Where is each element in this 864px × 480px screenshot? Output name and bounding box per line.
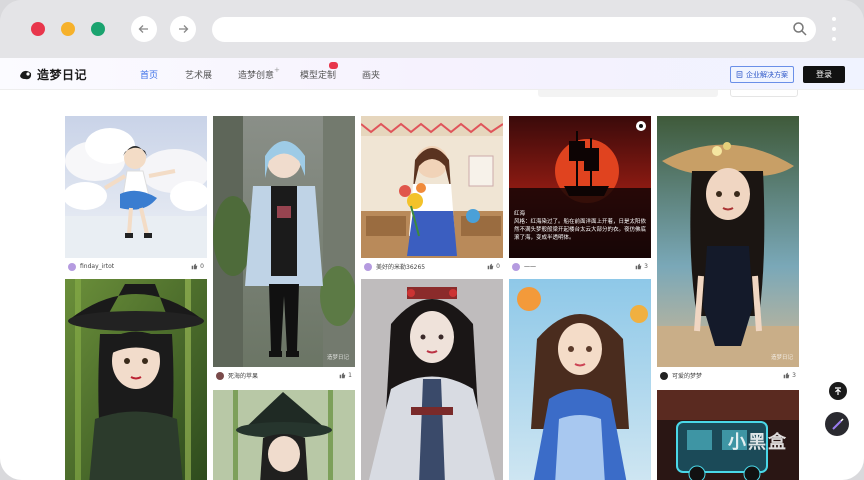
like-button[interactable]: 0 [191, 263, 204, 270]
new-badge [329, 62, 338, 69]
artwork-image[interactable]: 造梦日记 [657, 116, 799, 367]
gallery-card[interactable] [509, 279, 651, 480]
gallery-card[interactable] [361, 279, 503, 480]
avatar[interactable] [512, 262, 520, 271]
artwork-image[interactable] [509, 279, 651, 480]
brush-icon [831, 417, 844, 430]
maximize-window-button[interactable] [91, 22, 105, 36]
author-name[interactable]: finday_irtot [80, 263, 191, 270]
gallery-card[interactable]: 造梦日记 可爱的梦梦 3 [657, 116, 799, 384]
close-window-button[interactable] [31, 22, 45, 36]
nav-folder[interactable]: 画夹 [362, 68, 380, 81]
avatar[interactable] [216, 371, 224, 380]
enterprise-label: 企业解决方案 [746, 70, 788, 79]
artwork-image[interactable] [65, 116, 207, 258]
card-watermark: 造梦日记 [770, 355, 793, 361]
site-header: 造梦日记 首页 艺术展 造梦创意 + 模型定制 画夹 企业解决方案 登录 [0, 58, 864, 90]
gallery-card[interactable] [213, 390, 355, 480]
gallery-card[interactable] [65, 279, 207, 480]
gallery-search-input[interactable] [538, 90, 718, 97]
card-meta: 美好的米勒36265 0 [361, 258, 503, 275]
forward-button[interactable] [170, 16, 196, 42]
author-name[interactable]: 可爱的梦梦 [672, 371, 783, 380]
arrow-left-icon [138, 25, 148, 33]
sort-select[interactable] [730, 90, 798, 97]
browser-window: finday_irtot 0 造梦日记 死海的苹果 1 美好的米勒36265 0… [0, 0, 864, 480]
card-meta: finday_irtot 0 [65, 258, 207, 275]
artwork-image[interactable] [361, 116, 503, 258]
login-button[interactable]: 登录 [803, 66, 845, 83]
logo-text: 造梦日记 [37, 68, 88, 82]
back-to-top-button[interactable] [829, 382, 847, 400]
back-button[interactable] [131, 16, 157, 42]
artwork-caption: 红海 风格：红海染过了。船在前面洋面上开着，日是太阳依然不满头梦般般梁开起楼台太… [514, 210, 646, 242]
gallery-card[interactable]: 造梦日记 死海的苹果 1 [213, 116, 355, 384]
gallery-card[interactable]: finday_irtot 0 [65, 116, 207, 275]
artwork-image[interactable]: 红海 风格：红海染过了。船在前面洋面上开着，日是太阳依然不满头梦般般梁开起楼台太… [509, 116, 651, 258]
create-brush-button[interactable] [825, 412, 849, 436]
kebab-icon[interactable] [832, 17, 836, 41]
arrow-right-icon [179, 25, 189, 33]
dream-logo-icon [20, 70, 32, 79]
gallery-card[interactable]: 红海 风格：红海染过了。船在前面洋面上开着，日是太阳依然不满头梦般般梁开起楼台太… [509, 116, 651, 275]
address-bar[interactable] [212, 17, 816, 42]
enterprise-solution-button[interactable]: 企业解决方案 [730, 66, 794, 83]
artwork-caption-title: 红海 [514, 211, 526, 217]
back-to-top-icon [835, 387, 841, 395]
thumbs-up-icon [487, 263, 494, 270]
like-button[interactable]: 1 [339, 372, 352, 379]
card-watermark: 造梦日记 [326, 355, 349, 361]
author-name[interactable]: 美好的米勒36265 [376, 262, 487, 271]
nav-model-custom[interactable]: 模型定制 [300, 68, 336, 81]
browser-chrome [0, 0, 864, 58]
artwork-image[interactable] [213, 390, 355, 480]
thumbs-up-icon [191, 263, 198, 270]
author-name[interactable]: 一一 [524, 262, 635, 271]
like-button[interactable]: 3 [783, 372, 796, 379]
like-button[interactable]: 3 [635, 263, 648, 270]
like-count: 3 [644, 263, 648, 270]
avatar[interactable] [68, 262, 76, 271]
author-name[interactable]: 死海的苹果 [228, 371, 339, 380]
artwork-image[interactable] [65, 279, 207, 480]
nav-dream-creation[interactable]: 造梦创意 [238, 68, 274, 81]
like-count: 0 [200, 263, 204, 270]
card-meta: 一一 3 [509, 258, 651, 275]
card-meta: 死海的苹果 1 [213, 367, 355, 384]
nav-art-exhibition[interactable]: 艺术展 [185, 68, 212, 81]
card-meta: 可爱的梦梦 3 [657, 367, 799, 384]
avatar[interactable] [364, 262, 372, 271]
like-count: 0 [496, 263, 500, 270]
document-icon [736, 71, 743, 78]
artwork-caption-body: 风格：红海染过了。船在前面洋面上开着，日是太阳依然不满头梦般般梁开起楼台太云大部… [514, 219, 647, 241]
search-icon[interactable] [792, 21, 808, 37]
site-watermark: 小黑盒 [728, 432, 788, 453]
minimize-window-button[interactable] [61, 22, 75, 36]
thumbs-up-icon [339, 372, 346, 379]
avatar[interactable] [660, 371, 668, 380]
like-count: 1 [348, 372, 352, 379]
filter-bar [0, 90, 864, 100]
plus-icon: + [274, 66, 280, 74]
thumbs-up-icon [783, 372, 790, 379]
like-button[interactable]: 0 [487, 263, 500, 270]
site-logo[interactable]: 造梦日记 [19, 66, 87, 83]
artwork-image[interactable]: 造梦日记 [213, 116, 355, 367]
artwork-image[interactable] [361, 279, 503, 480]
thumbs-up-icon [635, 263, 642, 270]
nav-home[interactable]: 首页 [140, 68, 158, 81]
web-page: finday_irtot 0 造梦日记 死海的苹果 1 美好的米勒36265 0… [0, 58, 864, 480]
gallery-card[interactable]: 美好的米勒36265 0 [361, 116, 503, 275]
like-count: 3 [792, 372, 796, 379]
